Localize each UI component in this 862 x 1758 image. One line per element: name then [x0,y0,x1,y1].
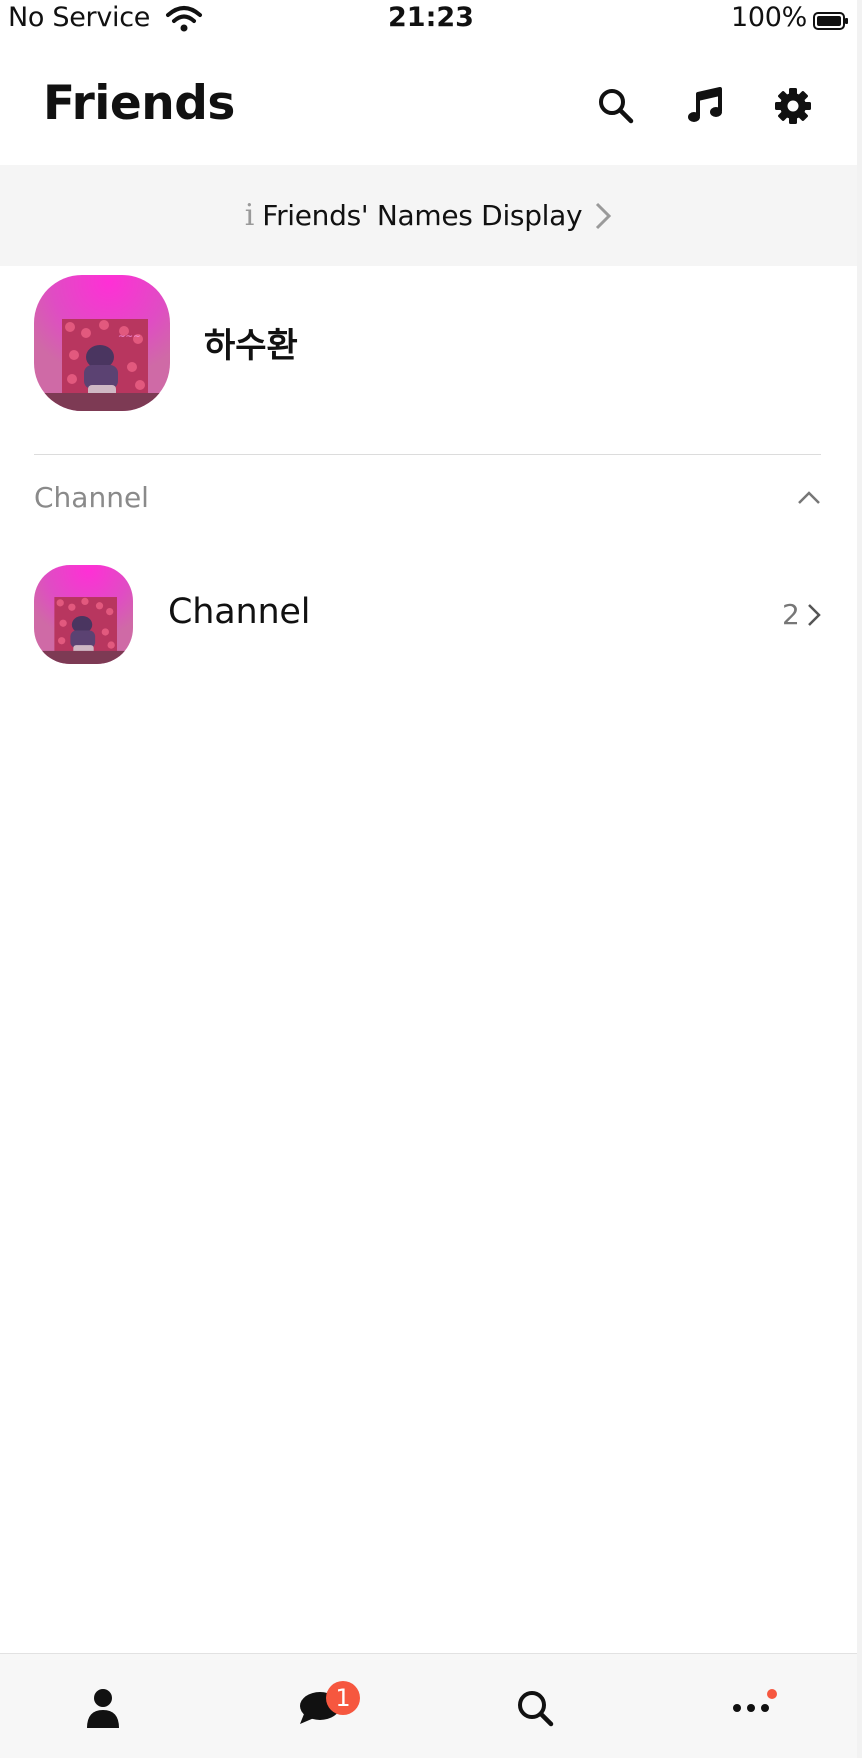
app-header: Friends [0,62,857,152]
svg-text:~~~: ~~~ [118,332,141,342]
music-icon [688,87,722,122]
music-button[interactable] [681,82,729,130]
more-notification-dot [767,1689,777,1699]
banner-label: Friends' Names Display [262,199,583,232]
my-profile-row[interactable]: ~~~ 하수환 [0,272,857,414]
friends-names-display-banner[interactable]: i Friends' Names Display [0,165,857,266]
profile-photo: ~~~ [34,275,170,411]
edge-strip [857,0,862,1758]
channel-photo [34,565,133,664]
chevron-right-icon [596,202,612,229]
chats-badge: 1 [326,1681,360,1715]
tab-friends[interactable] [58,1668,148,1748]
status-bar: No Service 21:23 100% [0,0,857,48]
search-icon [518,1691,554,1727]
page-title: Friends [43,76,235,131]
section-divider [34,454,821,455]
info-icon: i [244,198,255,233]
channel-row[interactable]: Channel 2 [0,562,857,666]
section-title: Channel [34,481,149,514]
tab-more[interactable] [706,1668,796,1748]
chevron-right-icon [808,604,821,626]
person-icon [87,1689,119,1728]
battery-percent: 100% [731,2,807,33]
search-icon [599,89,634,124]
tab-search[interactable] [490,1668,580,1748]
chevron-up-icon[interactable] [794,483,824,513]
channel-name: Channel [168,592,311,632]
friends-screen: No Service 21:23 100% Friends i Friends'… [0,0,862,1758]
more-icon [733,1704,769,1712]
profile-name: 하수환 [204,326,298,366]
channel-count: 2 [782,598,800,631]
avatar[interactable]: ~~~ [34,275,170,411]
settings-button[interactable] [769,82,817,130]
channel-section-header[interactable]: Channel [0,473,857,523]
bottom-tab-bar: 1 [0,1653,857,1758]
gear-icon [775,88,811,124]
search-button[interactable] [592,82,640,130]
battery-icon [813,12,848,30]
channel-avatar [34,565,133,664]
